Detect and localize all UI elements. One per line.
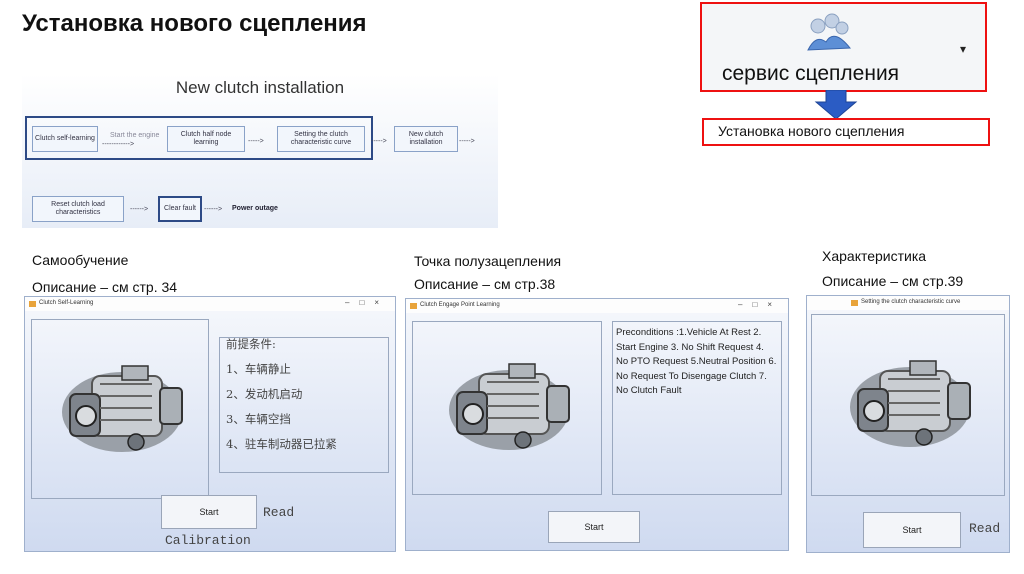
app-icon — [410, 303, 417, 309]
start-button[interactable]: Start — [161, 495, 257, 529]
clutch-service-menu[interactable]: сервис сцепления ▾ — [700, 2, 987, 92]
arrow-new-end: -----> — [459, 138, 475, 145]
preconditions-panel: Preconditions :1.Vehicle At Rest 2. Star… — [612, 321, 782, 495]
arrow-label-start-engine: Start the engine — [110, 132, 160, 139]
box-new-clutch-installation: New clutch installation — [394, 126, 458, 152]
menu-item-new-clutch-installation[interactable]: Установка нового сцепления — [702, 118, 990, 146]
flow-diagram: New clutch installation Clutch self-lear… — [22, 74, 498, 228]
app-icon — [29, 301, 36, 307]
box-clutch-self-learning: Clutch self-learning — [32, 126, 98, 152]
preconditions-text: Preconditions :1.Vehicle At Rest 2. Star… — [616, 327, 777, 396]
calibration-label: Calibration — [165, 533, 251, 548]
arrow-clear-to-power: ------> — [204, 206, 223, 213]
down-arrow-icon — [814, 90, 858, 120]
caption-half-point-desc: Описание – см стр.38 — [414, 276, 556, 292]
caption-self-learning: Самообучение — [32, 252, 129, 268]
read-label: Read — [263, 505, 295, 520]
box-characteristic-curve: Setting the clutch characteristic curve — [277, 126, 365, 152]
image-panel — [31, 319, 209, 499]
start-button[interactable]: Start — [548, 511, 640, 543]
caption-half-point: Точка полузацепления — [414, 253, 562, 269]
box-reset-clutch-load: Reset clutch load characteristics — [32, 196, 124, 222]
arrow-self-to-half: ------------> — [102, 141, 135, 148]
image-panel — [412, 321, 602, 495]
caption-characteristic-desc: Описание – см стр.39 — [822, 273, 964, 289]
app-icon — [851, 300, 858, 306]
window-clutch-self-learning: Clutch Self-Learning –□× 前提条件: 1、车辆静止 2、… — [24, 296, 396, 552]
preconditions-text-cn: 前提条件: 1、车辆静止 2、发动机启动 3、车辆空挡 4、驻车制动器已拉紧 — [226, 337, 337, 451]
box-clear-fault: Clear fault — [158, 196, 202, 222]
window-controls[interactable]: –□× — [345, 298, 389, 307]
arrow-reset-to-clear: ------> — [130, 206, 149, 213]
start-button[interactable]: Start — [863, 512, 961, 548]
window-titlebar: Clutch Engage Point Learning –□× — [406, 299, 788, 313]
window-titlebar: Clutch Self-Learning –□× — [25, 297, 395, 311]
preconditions-panel: 前提条件: 1、车辆静止 2、发动机启动 3、车辆空挡 4、驻车制动器已拉紧 — [219, 337, 389, 473]
arrow-curve-to-new: -----> — [371, 138, 387, 145]
image-panel — [811, 314, 1005, 496]
transmission-image-icon — [449, 363, 570, 450]
window-clutch-engage-point: Clutch Engage Point Learning –□× Precond… — [405, 298, 789, 551]
box-clutch-half-node: Clutch half node learning — [167, 126, 245, 152]
clutch-service-icon — [807, 13, 852, 51]
clutch-service-label: сервис сцепления — [722, 62, 900, 85]
transmission-image-icon — [850, 360, 971, 447]
caption-characteristic: Характеристика — [822, 248, 927, 264]
window-characteristic-curve: Setting the clutch characteristic curve … — [806, 295, 1010, 553]
diagram-title: New clutch installation — [175, 78, 345, 97]
window-title: Setting the clutch characteristic curve — [861, 299, 961, 305]
window-title: Clutch Engage Point Learning — [420, 302, 500, 308]
window-controls[interactable]: –□× — [738, 300, 782, 309]
dropdown-arrow-icon[interactable]: ▾ — [960, 42, 966, 56]
transmission-image-icon — [62, 365, 183, 452]
window-title: Clutch Self-Learning — [39, 300, 94, 306]
arrow-half-to-curve: -----> — [248, 138, 264, 145]
caption-self-learning-desc: Описание – см стр. 34 — [32, 279, 178, 295]
label-power-outage: Power outage — [232, 205, 278, 212]
slide-title: Установка нового сцепления — [22, 10, 367, 37]
window-titlebar: Setting the clutch characteristic curve — [807, 296, 1009, 310]
read-label: Read — [969, 521, 1001, 536]
